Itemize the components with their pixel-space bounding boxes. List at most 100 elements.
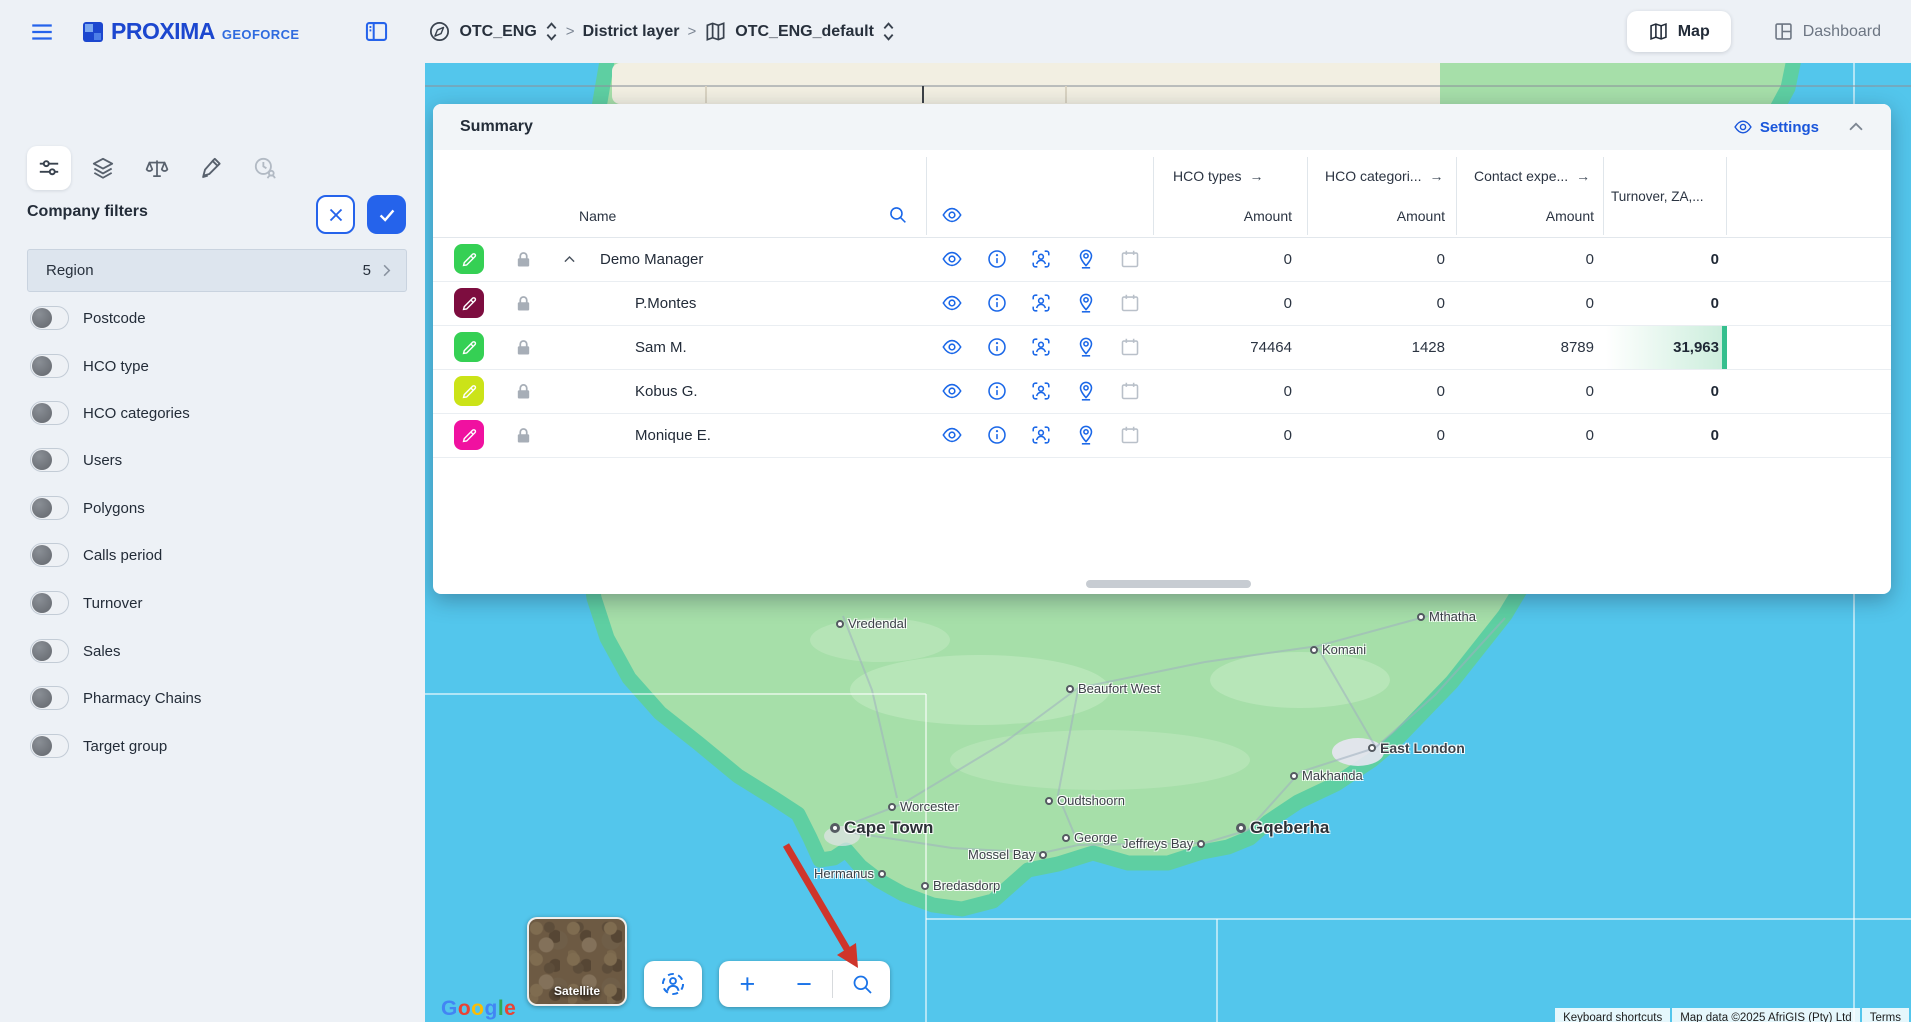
table-row[interactable]: Kobus G. 0 0 0 0	[433, 370, 1891, 414]
region-filter-row[interactable]: Region 5	[27, 249, 407, 292]
filter-sliders-icon[interactable]	[27, 146, 71, 190]
city-dot-icon	[1039, 851, 1047, 859]
history-user-icon[interactable]	[243, 146, 287, 190]
table-row[interactable]: P.Montes 0 0 0 0	[433, 282, 1891, 326]
map-strip-border	[922, 86, 924, 103]
color-badge-pencil-icon[interactable]	[454, 332, 484, 362]
info-icon[interactable]	[986, 292, 1008, 314]
satellite-layer-button[interactable]: Satellite	[527, 917, 627, 1006]
calendar-icon[interactable]	[1119, 336, 1141, 358]
toggle-calls-period[interactable]	[30, 543, 69, 567]
info-icon[interactable]	[986, 248, 1008, 270]
collapse-row-icon[interactable]	[561, 251, 578, 268]
tab-map[interactable]: Map	[1627, 11, 1731, 52]
city-dot-icon	[1236, 823, 1246, 833]
focus-target-icon[interactable]	[1030, 292, 1052, 314]
city-dot-icon	[830, 823, 840, 833]
collapse-panel-button[interactable]	[1845, 116, 1867, 138]
clear-filters-button[interactable]	[316, 195, 355, 234]
brand-name: PROXIMA	[111, 18, 215, 45]
column-group-hco-categories[interactable]: HCO categori...→	[1325, 157, 1443, 195]
column-group-contact-expenses[interactable]: Contact expe...→	[1474, 157, 1590, 195]
left-sidebar: Company filters Region 5 Postcode HCO ty…	[0, 63, 425, 1022]
tab-dashboard[interactable]: Dashboard	[1773, 21, 1881, 42]
settings-button[interactable]: Settings	[1733, 104, 1819, 150]
toggle-pharmacy-chains[interactable]	[30, 686, 69, 710]
visibility-icon[interactable]	[941, 292, 963, 314]
focus-target-icon[interactable]	[1030, 424, 1052, 446]
breadcrumb-layer[interactable]: OTC_ENG_default	[735, 23, 874, 41]
column-divider	[1153, 157, 1154, 235]
horizontal-scrollbar[interactable]	[1086, 580, 1251, 588]
hamburger-menu-icon[interactable]	[29, 19, 55, 45]
lock-icon[interactable]	[513, 337, 534, 358]
compare-scales-icon[interactable]	[135, 146, 179, 190]
table-row[interactable]: Sam M. 74464 1428 8789 31,963	[433, 326, 1891, 370]
visibility-column-icon[interactable]	[941, 204, 963, 226]
map-city-label: Mossel Bay	[968, 847, 1047, 862]
calendar-icon[interactable]	[1119, 380, 1141, 402]
location-pin-icon[interactable]	[1075, 248, 1097, 270]
toggle-postcode[interactable]	[30, 306, 69, 330]
keyboard-shortcuts-link[interactable]: Keyboard shortcuts	[1555, 1008, 1670, 1022]
table-row[interactable]: Demo Manager 0 0 0 0	[433, 238, 1891, 282]
calendar-icon[interactable]	[1119, 292, 1141, 314]
column-group-hco-types[interactable]: HCO types→	[1173, 157, 1263, 195]
toggle-hco-categories[interactable]	[30, 401, 69, 425]
focus-target-icon[interactable]	[1030, 248, 1052, 270]
row-name: Monique E.	[635, 414, 711, 457]
city-dot-icon	[878, 870, 886, 878]
toggle-sales[interactable]	[30, 639, 69, 663]
toggle-polygons[interactable]	[30, 496, 69, 520]
visibility-icon[interactable]	[941, 424, 963, 446]
sort-chevrons-icon[interactable]	[882, 20, 895, 43]
dashboard-grid-icon	[1773, 21, 1794, 42]
visibility-icon[interactable]	[941, 380, 963, 402]
locate-me-button[interactable]	[644, 961, 702, 1007]
toggle-hco-type[interactable]	[30, 354, 69, 378]
toggle-users[interactable]	[30, 448, 69, 472]
focus-target-icon[interactable]	[1030, 380, 1052, 402]
search-icon[interactable]	[887, 204, 908, 225]
lock-icon[interactable]	[513, 381, 534, 402]
color-badge-pencil-icon[interactable]	[454, 288, 484, 318]
toggle-target-group[interactable]	[30, 734, 69, 758]
lock-icon[interactable]	[513, 293, 534, 314]
apply-filters-button[interactable]	[367, 195, 406, 234]
filter-item: Pharmacy Chains	[30, 686, 201, 710]
location-pin-icon[interactable]	[1075, 292, 1097, 314]
calendar-icon[interactable]	[1119, 424, 1141, 446]
map-search-button[interactable]	[833, 972, 890, 996]
visibility-icon[interactable]	[941, 248, 963, 270]
zoom-out-button[interactable]: −	[776, 962, 833, 1006]
location-pin-icon[interactable]	[1075, 336, 1097, 358]
breadcrumb-section[interactable]: District layer	[583, 23, 680, 41]
layers-icon[interactable]	[81, 146, 125, 190]
map-data-text: Map data ©2025 AfriGIS (Pty) Ltd	[1672, 1008, 1859, 1022]
lock-icon[interactable]	[513, 249, 534, 270]
color-badge-pencil-icon[interactable]	[454, 376, 484, 406]
sidebar-toggle-icon[interactable]	[363, 18, 390, 45]
calendar-icon[interactable]	[1119, 248, 1141, 270]
location-pin-icon[interactable]	[1075, 424, 1097, 446]
location-pin-icon[interactable]	[1075, 380, 1097, 402]
visibility-icon[interactable]	[941, 336, 963, 358]
terms-link[interactable]: Terms	[1862, 1008, 1909, 1022]
column-turnover[interactable]: Turnover, ZA,...	[1611, 157, 1723, 235]
top-bar: PROXIMA GEOFORCE OTC_ENG > District laye…	[0, 0, 1911, 63]
info-icon[interactable]	[986, 380, 1008, 402]
color-badge-pencil-icon[interactable]	[454, 420, 484, 450]
info-icon[interactable]	[986, 424, 1008, 446]
city-dot-icon	[921, 882, 929, 890]
breadcrumb-project[interactable]: OTC_ENG	[459, 23, 536, 41]
focus-target-icon[interactable]	[1030, 336, 1052, 358]
lock-icon[interactable]	[513, 425, 534, 446]
toggle-turnover[interactable]	[30, 591, 69, 615]
info-icon[interactable]	[986, 336, 1008, 358]
color-badge-pencil-icon[interactable]	[454, 244, 484, 274]
sort-chevrons-icon[interactable]	[545, 20, 558, 43]
table-row[interactable]: Monique E. 0 0 0 0	[433, 414, 1891, 458]
zoom-in-button[interactable]: +	[719, 962, 776, 1006]
map-zoom-controls: + −	[719, 961, 890, 1007]
highlighter-icon[interactable]	[189, 146, 233, 190]
